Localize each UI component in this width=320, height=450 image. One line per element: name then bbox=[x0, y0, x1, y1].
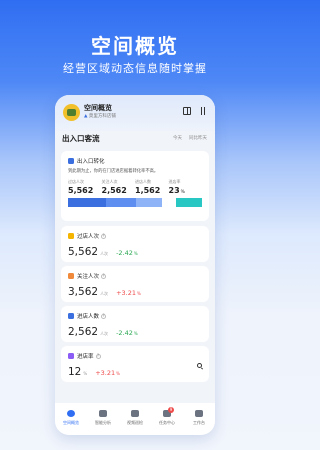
bottom-tab-bar: 空间概览 智能分析 视频巡检 9 任务中心 工作台 bbox=[55, 403, 215, 435]
delta-value: -2.42 bbox=[116, 329, 133, 337]
funnel-icon bbox=[68, 158, 74, 164]
metric-card-rate[interactable]: 进店率 ? 12 % +3.21% bbox=[61, 346, 209, 382]
tab-overview[interactable]: 空间概览 bbox=[57, 410, 85, 435]
tab-video-inspection[interactable]: 视频巡检 bbox=[121, 410, 149, 435]
metric-unit: 人次 bbox=[100, 251, 109, 256]
task-badge: 9 bbox=[168, 407, 174, 413]
conv-value: 5,562 bbox=[68, 186, 94, 195]
metric-unit: 人次 bbox=[100, 331, 109, 336]
conv-value: 2,562 bbox=[101, 186, 127, 195]
help-icon[interactable]: ? bbox=[101, 273, 107, 279]
chart-icon bbox=[99, 410, 107, 417]
phone-screen: 空间概览 ▲ 莫里方科店铺 出入口客流 今天 同比昨天 出入口转化 到此期为止，… bbox=[55, 95, 215, 435]
person-icon bbox=[68, 313, 74, 319]
metric-title: 关注人次 bbox=[77, 274, 100, 280]
metric-value: 3,562 bbox=[68, 286, 99, 298]
metric-delta: -2.42% bbox=[116, 249, 138, 257]
metric-unit: % bbox=[83, 371, 88, 376]
conv-value: 1,562 bbox=[135, 186, 161, 195]
conversion-description: 到此期为止，你的在门店进店据着转化率不高。 bbox=[68, 169, 159, 174]
metric-delta: +3.21% bbox=[116, 289, 141, 297]
help-icon[interactable]: ? bbox=[101, 233, 107, 239]
metric-card-attention[interactable]: 关注人次 ? 3,562 人次 +3.21% bbox=[61, 266, 209, 302]
tab-label: 智能分析 bbox=[95, 420, 111, 425]
conv-label: 过店人次 bbox=[68, 179, 84, 184]
book-icon[interactable] bbox=[183, 107, 191, 115]
conv-value: 23 bbox=[168, 186, 180, 195]
heart-icon bbox=[68, 273, 74, 279]
conversion-title: 出入口转化 bbox=[77, 159, 105, 165]
location-pin-icon: ▲ bbox=[84, 114, 88, 119]
pass-count-icon bbox=[68, 233, 74, 239]
metric-title: 进店率 bbox=[77, 354, 94, 360]
delta-unit: % bbox=[133, 251, 138, 256]
rate-icon bbox=[68, 353, 74, 359]
section-title: 出入口客流 bbox=[62, 133, 100, 143]
period-selector[interactable]: 今天 bbox=[173, 135, 182, 141]
metric-card-pass[interactable]: 过店人次 ? 5,562 人次 -2.42% bbox=[61, 226, 209, 262]
help-icon[interactable]: ? bbox=[95, 353, 101, 359]
tab-task-center[interactable]: 9 任务中心 bbox=[153, 407, 181, 435]
help-icon[interactable]: ? bbox=[101, 313, 107, 319]
metric-delta: -2.42% bbox=[116, 329, 138, 337]
search-icon bbox=[196, 362, 202, 368]
section-header: 出入口客流 今天 同比昨天 bbox=[55, 131, 215, 143]
tab-label: 工作台 bbox=[193, 420, 205, 425]
hero-subtitle: 经营区域动态信息随时掌握 bbox=[63, 62, 207, 75]
tab-label: 空间概览 bbox=[63, 420, 79, 425]
metric-value: 2,562 bbox=[68, 326, 99, 338]
tab-label: 视频巡检 bbox=[127, 420, 143, 425]
delta-unit: % bbox=[133, 331, 138, 336]
delta-unit: % bbox=[116, 371, 120, 376]
filter-settings-icon[interactable] bbox=[199, 107, 207, 115]
video-icon bbox=[131, 410, 139, 417]
store-branch[interactable]: ▲ 莫里方科店铺 bbox=[84, 113, 183, 120]
metric-title: 进店人数 bbox=[77, 314, 100, 320]
tab-label: 任务中心 bbox=[159, 420, 175, 425]
conv-col-enter: 进店人数 1,562 bbox=[135, 179, 169, 195]
store-name: 空间概览 bbox=[84, 104, 112, 112]
delta-value: +3.21 bbox=[116, 289, 136, 297]
funnel-seg-enter bbox=[136, 198, 162, 207]
overview-icon bbox=[67, 410, 75, 417]
metric-title: 过店人次 bbox=[77, 234, 100, 240]
conversion-funnel-bar bbox=[68, 198, 202, 207]
funnel-seg-attention bbox=[106, 198, 136, 207]
delta-value: +3.21 bbox=[95, 369, 116, 377]
metric-value: 12 bbox=[68, 366, 82, 378]
tab-analysis[interactable]: 智能分析 bbox=[89, 410, 117, 435]
funnel-seg-rate bbox=[176, 198, 202, 207]
conv-col-pass: 过店人次 5,562 bbox=[68, 179, 102, 195]
workbench-icon bbox=[195, 410, 203, 417]
delta-unit: % bbox=[136, 291, 141, 296]
funnel-seg-pass bbox=[68, 198, 106, 207]
store-avatar[interactable] bbox=[63, 104, 80, 121]
conv-col-attention: 关注人次 2,562 bbox=[102, 179, 136, 195]
compare-selector[interactable]: 同比昨天 bbox=[189, 135, 207, 141]
conv-label: 进店人数 bbox=[135, 179, 151, 184]
delta-value: -2.42 bbox=[116, 249, 133, 257]
metric-card-enter[interactable]: 进店人数 ? 2,562 人次 -2.42% bbox=[61, 306, 209, 342]
search-button[interactable] bbox=[194, 360, 204, 370]
hero-title: 空间概览 bbox=[91, 34, 179, 58]
metric-value: 5,562 bbox=[68, 246, 99, 258]
conv-col-rate: 进店率 23% bbox=[169, 179, 203, 195]
store-branch-label: 莫里方科店铺 bbox=[88, 114, 116, 119]
store-header: 空间概览 ▲ 莫里方科店铺 bbox=[55, 95, 215, 131]
tab-workbench[interactable]: 工作台 bbox=[185, 410, 213, 435]
conv-label: 进店率 bbox=[168, 179, 181, 184]
metric-delta: +3.21% bbox=[95, 369, 120, 377]
conversion-card[interactable]: 出入口转化 到此期为止，你的在门店进店据着转化率不高。 过店人次 5,562 关… bbox=[61, 151, 209, 221]
metric-unit: 人次 bbox=[100, 291, 109, 296]
conv-label: 关注人次 bbox=[101, 179, 118, 184]
conv-unit: % bbox=[180, 190, 185, 195]
